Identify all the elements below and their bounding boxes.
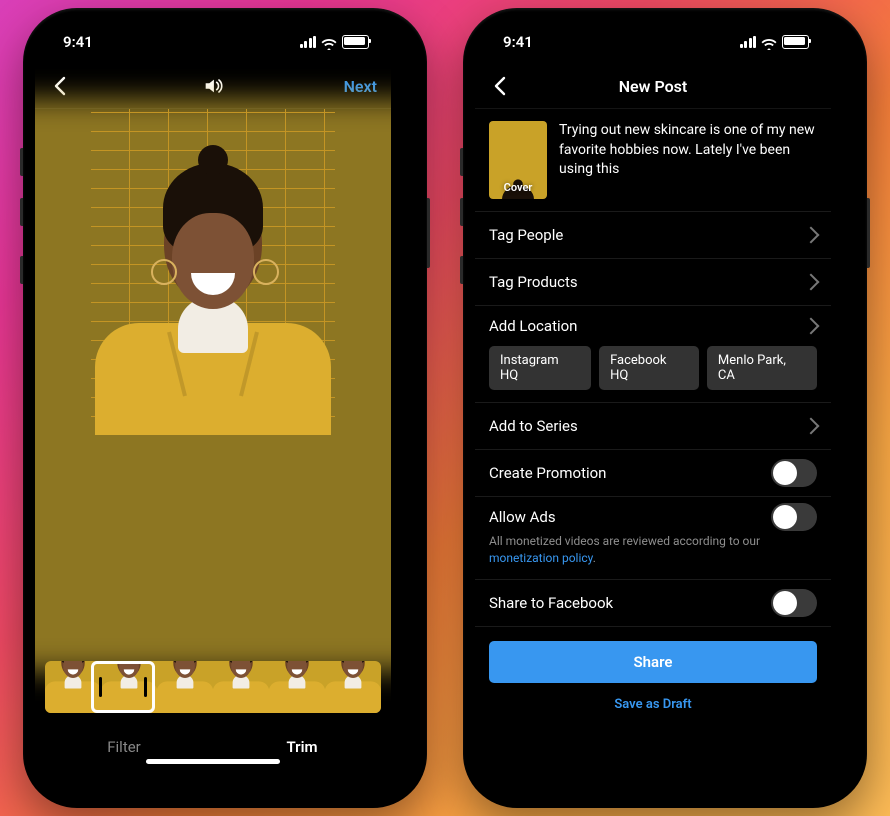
row-share-facebook: Share to Facebook [475, 580, 831, 627]
signal-icon [300, 36, 317, 48]
row-label: Add to Series [489, 417, 795, 435]
row-tag-products[interactable]: Tag Products [475, 259, 831, 306]
battery-icon [782, 35, 809, 49]
trim-filmstrip[interactable] [45, 661, 381, 713]
wifi-icon [321, 36, 337, 48]
phone-editor: 9:41 Next [23, 8, 427, 808]
toggle-allow-ads[interactable] [771, 503, 817, 531]
caption-input[interactable]: Trying out new skincare is one of my new… [559, 121, 817, 199]
back-icon[interactable] [49, 74, 73, 98]
location-chip[interactable]: Menlo Park, CA [707, 346, 817, 390]
next-button[interactable]: Next [344, 77, 377, 96]
row-allow-ads: Allow Ads [475, 497, 831, 537]
canvas: 9:41 Next [0, 0, 890, 816]
tab-filter[interactable]: Filter [35, 721, 213, 772]
tab-trim[interactable]: Trim [213, 721, 391, 772]
row-add-series[interactable]: Add to Series [475, 403, 831, 450]
toggle-create-promotion[interactable] [771, 459, 817, 487]
share-button[interactable]: Share [489, 641, 817, 683]
chevron-right-icon [803, 227, 820, 244]
toggle-share-facebook[interactable] [771, 589, 817, 617]
phone-newpost: 9:41 New Post Cover [463, 8, 867, 808]
row-label: Create Promotion [489, 464, 761, 482]
row-create-promotion: Create Promotion [475, 450, 831, 497]
chevron-right-icon [803, 318, 820, 335]
back-icon[interactable] [489, 74, 513, 98]
status-time: 9:41 [63, 33, 93, 51]
row-label: Add Location [489, 317, 795, 335]
cover-label: Cover [504, 181, 533, 194]
allow-ads-subtext: All monetized videos are reviewed accord… [475, 533, 831, 579]
video-preview[interactable] [35, 109, 391, 661]
trim-selection-handles[interactable] [91, 661, 155, 713]
notch [128, 20, 298, 48]
location-chip[interactable]: Instagram HQ [489, 346, 591, 390]
save-draft-button[interactable]: Save as Draft [489, 697, 817, 712]
row-label: Tag People [489, 226, 795, 244]
row-label: Tag Products [489, 273, 795, 291]
chevron-right-icon [803, 274, 820, 291]
location-chip[interactable]: Facebook HQ [599, 346, 699, 390]
row-label: Share to Facebook [489, 594, 761, 612]
row-tag-people[interactable]: Tag People [475, 212, 831, 259]
newpost-nav: New Post [475, 64, 831, 109]
status-time: 9:41 [503, 33, 533, 51]
location-suggestions: Instagram HQ Facebook HQ Menlo Park, CA [475, 346, 831, 402]
sound-on-icon[interactable] [202, 75, 224, 97]
battery-icon [342, 35, 369, 49]
chevron-right-icon [803, 418, 820, 435]
cover-thumbnail[interactable]: Cover [489, 121, 547, 199]
row-add-location[interactable]: Add Location [475, 306, 831, 346]
page-title: New Post [619, 77, 688, 96]
row-label: Allow Ads [489, 508, 761, 526]
editor-bottom-tabs: Filter Trim [35, 721, 391, 772]
notch [568, 20, 738, 48]
signal-icon [740, 36, 757, 48]
home-indicator[interactable] [146, 759, 280, 764]
wifi-icon [761, 36, 777, 48]
monetization-policy-link[interactable]: monetization policy [489, 551, 593, 565]
